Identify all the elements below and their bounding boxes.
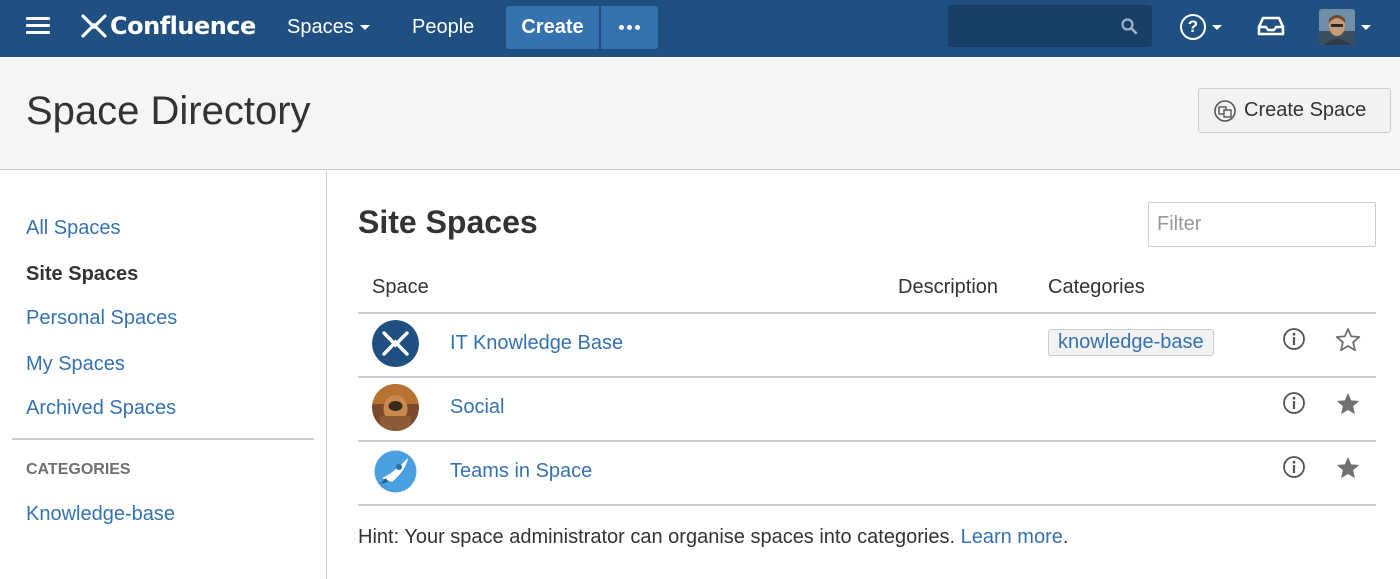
space-logo-teams-in-space[interactable] bbox=[372, 448, 419, 495]
space-logo-social[interactable] bbox=[372, 384, 419, 431]
column-header-categories: Categories bbox=[1048, 276, 1145, 298]
table-divider bbox=[358, 312, 1376, 314]
logo-text: Confluence bbox=[110, 12, 256, 40]
create-space-button[interactable]: Create Space bbox=[1198, 88, 1391, 133]
sidebar: All Spaces Site Spaces Personal Spaces M… bbox=[0, 171, 327, 579]
star-outline-icon[interactable] bbox=[1335, 327, 1361, 353]
info-icon[interactable] bbox=[1282, 327, 1306, 351]
create-space-label: Create Space bbox=[1244, 99, 1367, 121]
categories-heading: CATEGORIES bbox=[26, 461, 131, 478]
filter-input[interactable] bbox=[1148, 202, 1376, 247]
page-header: Space Directory Create Space bbox=[0, 57, 1400, 170]
spaces-menu-label: Spaces bbox=[287, 16, 354, 38]
category-badge[interactable]: knowledge-base bbox=[1048, 329, 1214, 356]
chevron-down-icon bbox=[1361, 24, 1371, 30]
top-navigation-bar: Confluence Spaces People Create ? bbox=[0, 0, 1400, 57]
space-link-teams-in-space[interactable]: Teams in Space bbox=[450, 460, 592, 483]
table-divider bbox=[358, 376, 1376, 378]
space-link-it-knowledge-base[interactable]: IT Knowledge Base bbox=[450, 332, 623, 355]
column-header-description: Description bbox=[898, 276, 999, 298]
menu-icon[interactable] bbox=[26, 15, 50, 35]
table-divider bbox=[358, 440, 1376, 442]
page-title: Space Directory bbox=[26, 89, 311, 133]
user-menu[interactable] bbox=[1319, 8, 1371, 46]
space-logo-it-knowledge-base[interactable] bbox=[372, 320, 419, 367]
confluence-logo[interactable]: Confluence bbox=[80, 9, 256, 43]
info-icon[interactable] bbox=[1282, 391, 1306, 415]
sidebar-item-category-knowledge-base[interactable]: Knowledge-base bbox=[26, 503, 175, 526]
sidebar-divider bbox=[12, 438, 314, 440]
chevron-down-icon bbox=[359, 25, 370, 31]
inbox-tray-icon[interactable] bbox=[1257, 14, 1285, 38]
hint-end: . bbox=[1062, 526, 1069, 548]
sidebar-item-site-spaces[interactable]: Site Spaces bbox=[26, 263, 138, 286]
search-icon bbox=[1121, 18, 1138, 35]
star-filled-icon[interactable] bbox=[1335, 455, 1361, 481]
question-circle-icon: ? bbox=[1180, 14, 1206, 40]
help-menu[interactable]: ? bbox=[1180, 12, 1222, 42]
confluence-x-icon bbox=[81, 14, 107, 38]
info-icon[interactable] bbox=[1282, 455, 1306, 479]
learn-more-link[interactable]: Learn more bbox=[961, 526, 1063, 548]
more-create-options-button[interactable] bbox=[601, 6, 658, 49]
ellipsis-icon bbox=[619, 25, 624, 30]
section-title: Site Spaces bbox=[358, 204, 538, 240]
sidebar-item-personal-spaces[interactable]: Personal Spaces bbox=[26, 307, 177, 330]
sidebar-item-archived-spaces[interactable]: Archived Spaces bbox=[26, 397, 176, 420]
search-input[interactable] bbox=[948, 5, 1152, 47]
sidebar-item-my-spaces[interactable]: My Spaces bbox=[26, 353, 125, 376]
column-header-space: Space bbox=[372, 276, 429, 298]
hint-text: Hint: Your space administrator can organ… bbox=[358, 526, 1068, 549]
space-link-social[interactable]: Social bbox=[450, 396, 504, 419]
sidebar-item-all-spaces[interactable]: All Spaces bbox=[26, 217, 121, 240]
spaces-menu[interactable]: Spaces bbox=[287, 0, 370, 57]
avatar bbox=[1319, 9, 1355, 45]
chevron-down-icon bbox=[1212, 24, 1222, 30]
star-filled-icon[interactable] bbox=[1335, 391, 1361, 417]
create-button[interactable]: Create bbox=[506, 6, 599, 49]
table-divider bbox=[358, 504, 1376, 506]
create-space-icon bbox=[1214, 99, 1236, 122]
people-link[interactable]: People bbox=[412, 0, 474, 57]
hint-message: Hint: Your space administrator can organ… bbox=[358, 526, 956, 548]
